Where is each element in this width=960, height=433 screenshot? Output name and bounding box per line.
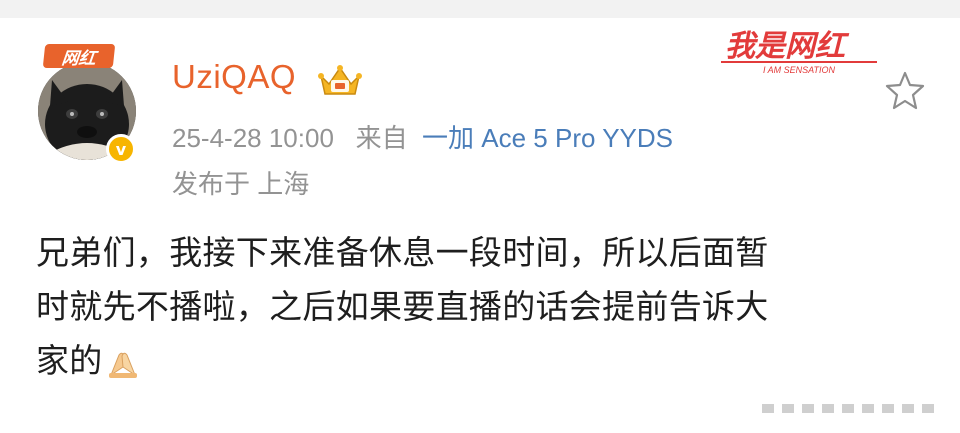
corner-watermark [758, 401, 938, 415]
post-line-2: 时就先不播啦，之后如果要直播的话会提前告诉大 [36, 287, 769, 326]
device-link[interactable]: 一加 Ace 5 Pro YYDS [422, 123, 673, 153]
from-label: 来自 [355, 123, 408, 153]
vip-crown-icon[interactable] [317, 64, 363, 98]
wanghong-badge: 网红 [42, 44, 116, 69]
post-line-3-text: 家的 [36, 341, 103, 380]
post-line-3: 家的 [36, 334, 928, 388]
post-line-1: 兄弟们，我接下来准备休息一段时间，所以后面暂 [36, 233, 769, 272]
username[interactable]: UziQAQ [172, 58, 296, 96]
pray-hands-icon [108, 352, 137, 378]
verified-badge-icon: v [106, 134, 136, 164]
post-location: 发布于 上海 [172, 169, 310, 199]
wanghong-watermark-logo: 我是网红 I AM SENSATION [721, 29, 877, 74]
svg-text:我是网红: 我是网红 [725, 29, 850, 64]
post-time: 25-4-28 10:00 [172, 123, 334, 153]
top-bar [0, 0, 960, 18]
star-icon[interactable] [885, 70, 925, 110]
avatar-area[interactable]: 网红 v [38, 44, 138, 164]
post-content: 兄弟们，我接下来准备休息一段时间，所以后面暂 时就先不播啦，之后如果要直播的话会… [36, 226, 928, 388]
svg-text:I AM SENSATION: I AM SENSATION [763, 65, 836, 74]
post-meta: 25-4-28 10:00 来自 一加 Ace 5 Pro YYDS [172, 118, 673, 155]
